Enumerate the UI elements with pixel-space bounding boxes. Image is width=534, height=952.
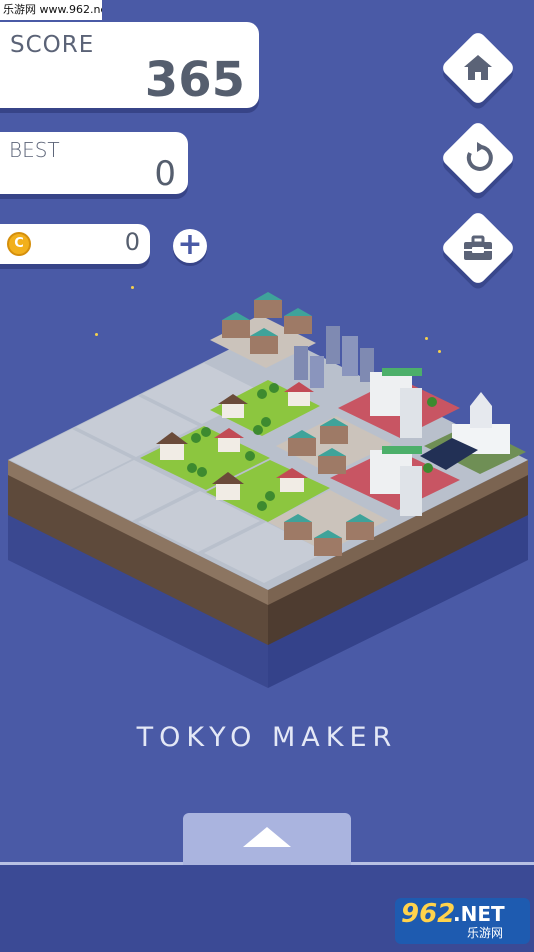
- game-title: TOKYO MAKER: [136, 722, 398, 753]
- best-value: 0: [154, 154, 176, 194]
- city-board[interactable]: [0, 260, 534, 700]
- arrow-up-icon: [243, 827, 291, 847]
- watermark-brand-c: 乐游网: [467, 926, 504, 940]
- expand-tab[interactable]: [183, 813, 351, 865]
- restart-button[interactable]: [439, 119, 517, 197]
- restart-icon: [466, 142, 493, 171]
- score-panel: SCORE 365: [0, 22, 259, 108]
- watermark-bottom: 962 .NET 乐游网: [395, 898, 530, 944]
- coin-value: 0: [124, 228, 140, 256]
- coin-icon: C: [7, 232, 31, 256]
- add-coins-button[interactable]: +: [173, 229, 207, 263]
- coin-panel: C 0: [0, 224, 150, 264]
- home-button[interactable]: [439, 29, 517, 107]
- watermark-top: 乐游网 www.962.net: [0, 0, 102, 20]
- watermark-brand-b: .NET: [453, 902, 505, 926]
- home-icon: [464, 55, 492, 80]
- watermark-brand-a: 962: [401, 899, 456, 929]
- score-label: SCORE: [10, 32, 95, 58]
- best-label: BEST: [9, 138, 60, 162]
- best-panel: BEST 0: [0, 132, 188, 194]
- score-value: 365: [144, 52, 245, 108]
